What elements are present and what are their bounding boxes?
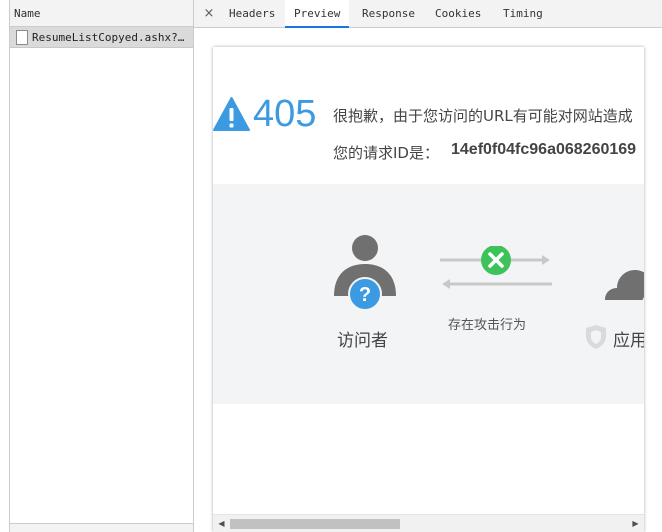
- warning-icon: [213, 97, 250, 131]
- shield-icon: [586, 325, 606, 349]
- application-label: 应用: [613, 331, 644, 351]
- name-column-header[interactable]: Name: [10, 0, 194, 27]
- left-gutter: [0, 0, 10, 532]
- tab-preview[interactable]: Preview: [285, 0, 350, 28]
- cloud-server-icon: [605, 270, 644, 311]
- horizontal-scrollbar[interactable]: ◀ ▶: [213, 514, 644, 532]
- error-message: 很抱歉，由于您访问的URL有可能对网站造成: [333, 107, 633, 125]
- error-code: 405: [253, 93, 317, 135]
- preview-pane: 405 很抱歉，由于您访问的URL有可能对网站造成 您的请求ID是： 14ef0…: [194, 28, 662, 532]
- blocked-request-diagram: ? 访问者 存在攻击行为 应用: [213, 184, 644, 404]
- visitor-icon: ?: [334, 235, 396, 310]
- blocked-flow-arrows-icon: [440, 246, 552, 289]
- scroll-left-arrow-icon[interactable]: ◀: [213, 515, 230, 532]
- detail-tab-strip: × Headers Preview Response Cookies Timin…: [194, 0, 662, 28]
- request-list-footer: [10, 523, 194, 532]
- document-icon: [16, 30, 28, 45]
- rendered-error-page: 405 很抱歉，由于您访问的URL有可能对网站造成 您的请求ID是： 14ef0…: [213, 47, 644, 532]
- request-id-value: 14ef0f04fc96a068260169: [451, 141, 637, 158]
- tab-timing[interactable]: Timing: [494, 0, 552, 28]
- request-name: ResumeListCopyed.ashx?…: [32, 31, 185, 44]
- request-list-panel: Name ResumeListCopyed.ashx?…: [0, 0, 194, 532]
- tab-cookies[interactable]: Cookies: [426, 0, 490, 28]
- attack-behavior-label: 存在攻击行为: [448, 318, 527, 333]
- visitor-label: 访问者: [337, 331, 388, 351]
- tab-response[interactable]: Response: [353, 0, 424, 28]
- scroll-right-arrow-icon[interactable]: ▶: [627, 515, 644, 532]
- request-id-label: 您的请求ID是：: [333, 144, 439, 162]
- svg-text:?: ?: [359, 284, 371, 306]
- tab-headers[interactable]: Headers: [220, 0, 284, 28]
- request-row[interactable]: ResumeListCopyed.ashx?…: [10, 27, 194, 48]
- scrollbar-thumb[interactable]: [230, 519, 400, 529]
- close-icon[interactable]: ×: [202, 0, 216, 28]
